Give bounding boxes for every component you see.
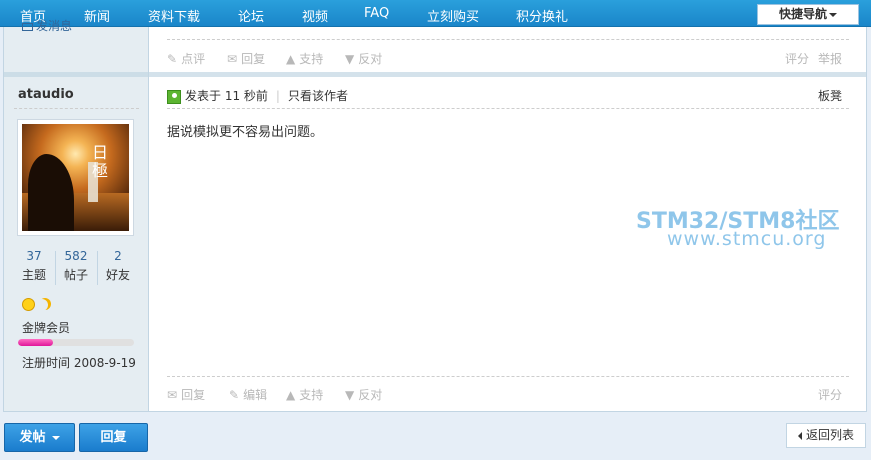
arrow-left-icon bbox=[797, 431, 802, 440]
reply-button[interactable]: ✉ 回复 bbox=[167, 386, 205, 403]
oppose-button[interactable]: ▼ 反对 bbox=[345, 50, 382, 67]
post-message: 据说模拟更不容易出问题。 bbox=[167, 125, 324, 140]
register-date: 注册时间 2008-9-19 bbox=[22, 356, 136, 370]
thumbs-down-icon: ▼ bbox=[345, 52, 355, 66]
site-watermark-url: www.stmcu.org bbox=[667, 228, 827, 250]
oppose-label: 反对 bbox=[358, 52, 383, 66]
stat-label: 主题 bbox=[21, 268, 46, 282]
support-button[interactable]: ▲ 支持 bbox=[286, 386, 323, 403]
support-button[interactable]: ▲ 支持 bbox=[286, 50, 323, 67]
divider bbox=[167, 108, 849, 109]
online-user-icon bbox=[167, 89, 181, 104]
avatar[interactable]: 日極 bbox=[17, 119, 134, 236]
stat-value: 37 bbox=[26, 249, 42, 263]
divider bbox=[14, 108, 139, 109]
rate-button[interactable]: 评分 bbox=[818, 386, 842, 403]
send-message-label: 发消息 bbox=[36, 19, 73, 33]
back-to-list-button[interactable]: 返回列表 bbox=[786, 423, 866, 448]
nav-video[interactable]: 视频 bbox=[302, 6, 328, 25]
nav-buy[interactable]: 立刻购买 bbox=[427, 6, 479, 25]
smiley-icon bbox=[22, 298, 35, 311]
stat-value: 582 bbox=[64, 249, 88, 263]
stat-posts[interactable]: 582 帖子 bbox=[56, 249, 96, 283]
report-button[interactable]: 举报 bbox=[818, 50, 842, 67]
reply-button[interactable]: ✉ 回复 bbox=[227, 50, 265, 67]
edit-button[interactable]: ✎ 编辑 bbox=[229, 386, 267, 403]
reply-icon: ✉ bbox=[227, 52, 238, 66]
support-label: 支持 bbox=[299, 52, 324, 66]
reply-label: 回复 bbox=[241, 52, 266, 66]
moon-icon bbox=[36, 299, 48, 311]
oppose-label: 反对 bbox=[358, 388, 383, 402]
new-post-label: 发帖 bbox=[19, 430, 46, 445]
comment-icon: ✎ bbox=[167, 52, 178, 66]
stat-friends[interactable]: 2 好友 bbox=[98, 249, 138, 283]
nav-forum[interactable]: 论坛 bbox=[238, 6, 264, 25]
divider: | bbox=[275, 89, 280, 103]
thumbs-up-icon: ▲ bbox=[286, 388, 296, 402]
rate-button[interactable]: 评分 bbox=[785, 50, 809, 67]
reply-label: 回复 bbox=[100, 430, 127, 445]
back-label: 返回列表 bbox=[805, 428, 854, 442]
post-header: 发表于 11 秒前 | 只看该作者 bbox=[167, 87, 348, 104]
rank-progress-fill bbox=[18, 339, 53, 346]
chevron-down-icon bbox=[51, 435, 60, 440]
quick-nav-label: 快捷导航 bbox=[778, 7, 827, 21]
comment-label: 点评 bbox=[181, 52, 206, 66]
author-stats: 37 主题 582 帖子 2 好友 bbox=[14, 249, 134, 287]
floor-number[interactable]: 板凳 bbox=[818, 87, 842, 104]
nav-points[interactable]: 积分换礼 bbox=[516, 6, 568, 25]
support-label: 支持 bbox=[299, 388, 324, 402]
new-post-button[interactable]: 发帖 bbox=[4, 423, 75, 452]
avatar-image: 日極 bbox=[22, 124, 129, 231]
level-icons bbox=[22, 297, 48, 311]
divider bbox=[167, 376, 849, 377]
reply-label: 回复 bbox=[181, 388, 206, 402]
send-message-link[interactable]: 发消息 bbox=[22, 17, 72, 34]
thumbs-down-icon: ▼ bbox=[345, 388, 355, 402]
rock-shape bbox=[28, 154, 74, 231]
member-rank: 金牌会员 bbox=[22, 321, 71, 335]
post-separator bbox=[4, 72, 866, 77]
thumbs-up-icon: ▲ bbox=[286, 52, 296, 66]
stat-label: 好友 bbox=[105, 268, 130, 282]
divider bbox=[167, 39, 849, 40]
reply-button[interactable]: 回复 bbox=[79, 423, 148, 452]
post-time: 发表于 11 秒前 bbox=[185, 89, 268, 103]
edit-label: 编辑 bbox=[243, 388, 268, 402]
rank-progress-bar bbox=[18, 339, 134, 346]
nav-news[interactable]: 新闻 bbox=[84, 6, 110, 25]
nav-downloads[interactable]: 资料下载 bbox=[148, 6, 200, 25]
author-name[interactable]: ataudio bbox=[18, 87, 74, 102]
chevron-down-icon bbox=[829, 12, 837, 17]
quick-nav-dropdown[interactable]: 快捷导航 bbox=[757, 4, 859, 25]
author-only-link[interactable]: 只看该作者 bbox=[288, 89, 348, 103]
nav-faq[interactable]: FAQ bbox=[364, 6, 389, 21]
oppose-button[interactable]: ▼ 反对 bbox=[345, 386, 382, 403]
envelope-icon bbox=[22, 22, 33, 31]
comment-button[interactable]: ✎ 点评 bbox=[167, 50, 205, 67]
top-navbar: 首页 新闻 资料下载 论坛 视频 FAQ 立刻购买 积分换礼 快捷导航 bbox=[0, 0, 871, 27]
avatar-glyph: 日極 bbox=[92, 143, 109, 180]
reply-icon: ✉ bbox=[167, 388, 178, 402]
stat-label: 帖子 bbox=[63, 268, 88, 282]
pencil-icon: ✎ bbox=[229, 388, 240, 402]
stat-threads[interactable]: 37 主题 bbox=[14, 249, 54, 283]
stat-value: 2 bbox=[114, 249, 122, 263]
